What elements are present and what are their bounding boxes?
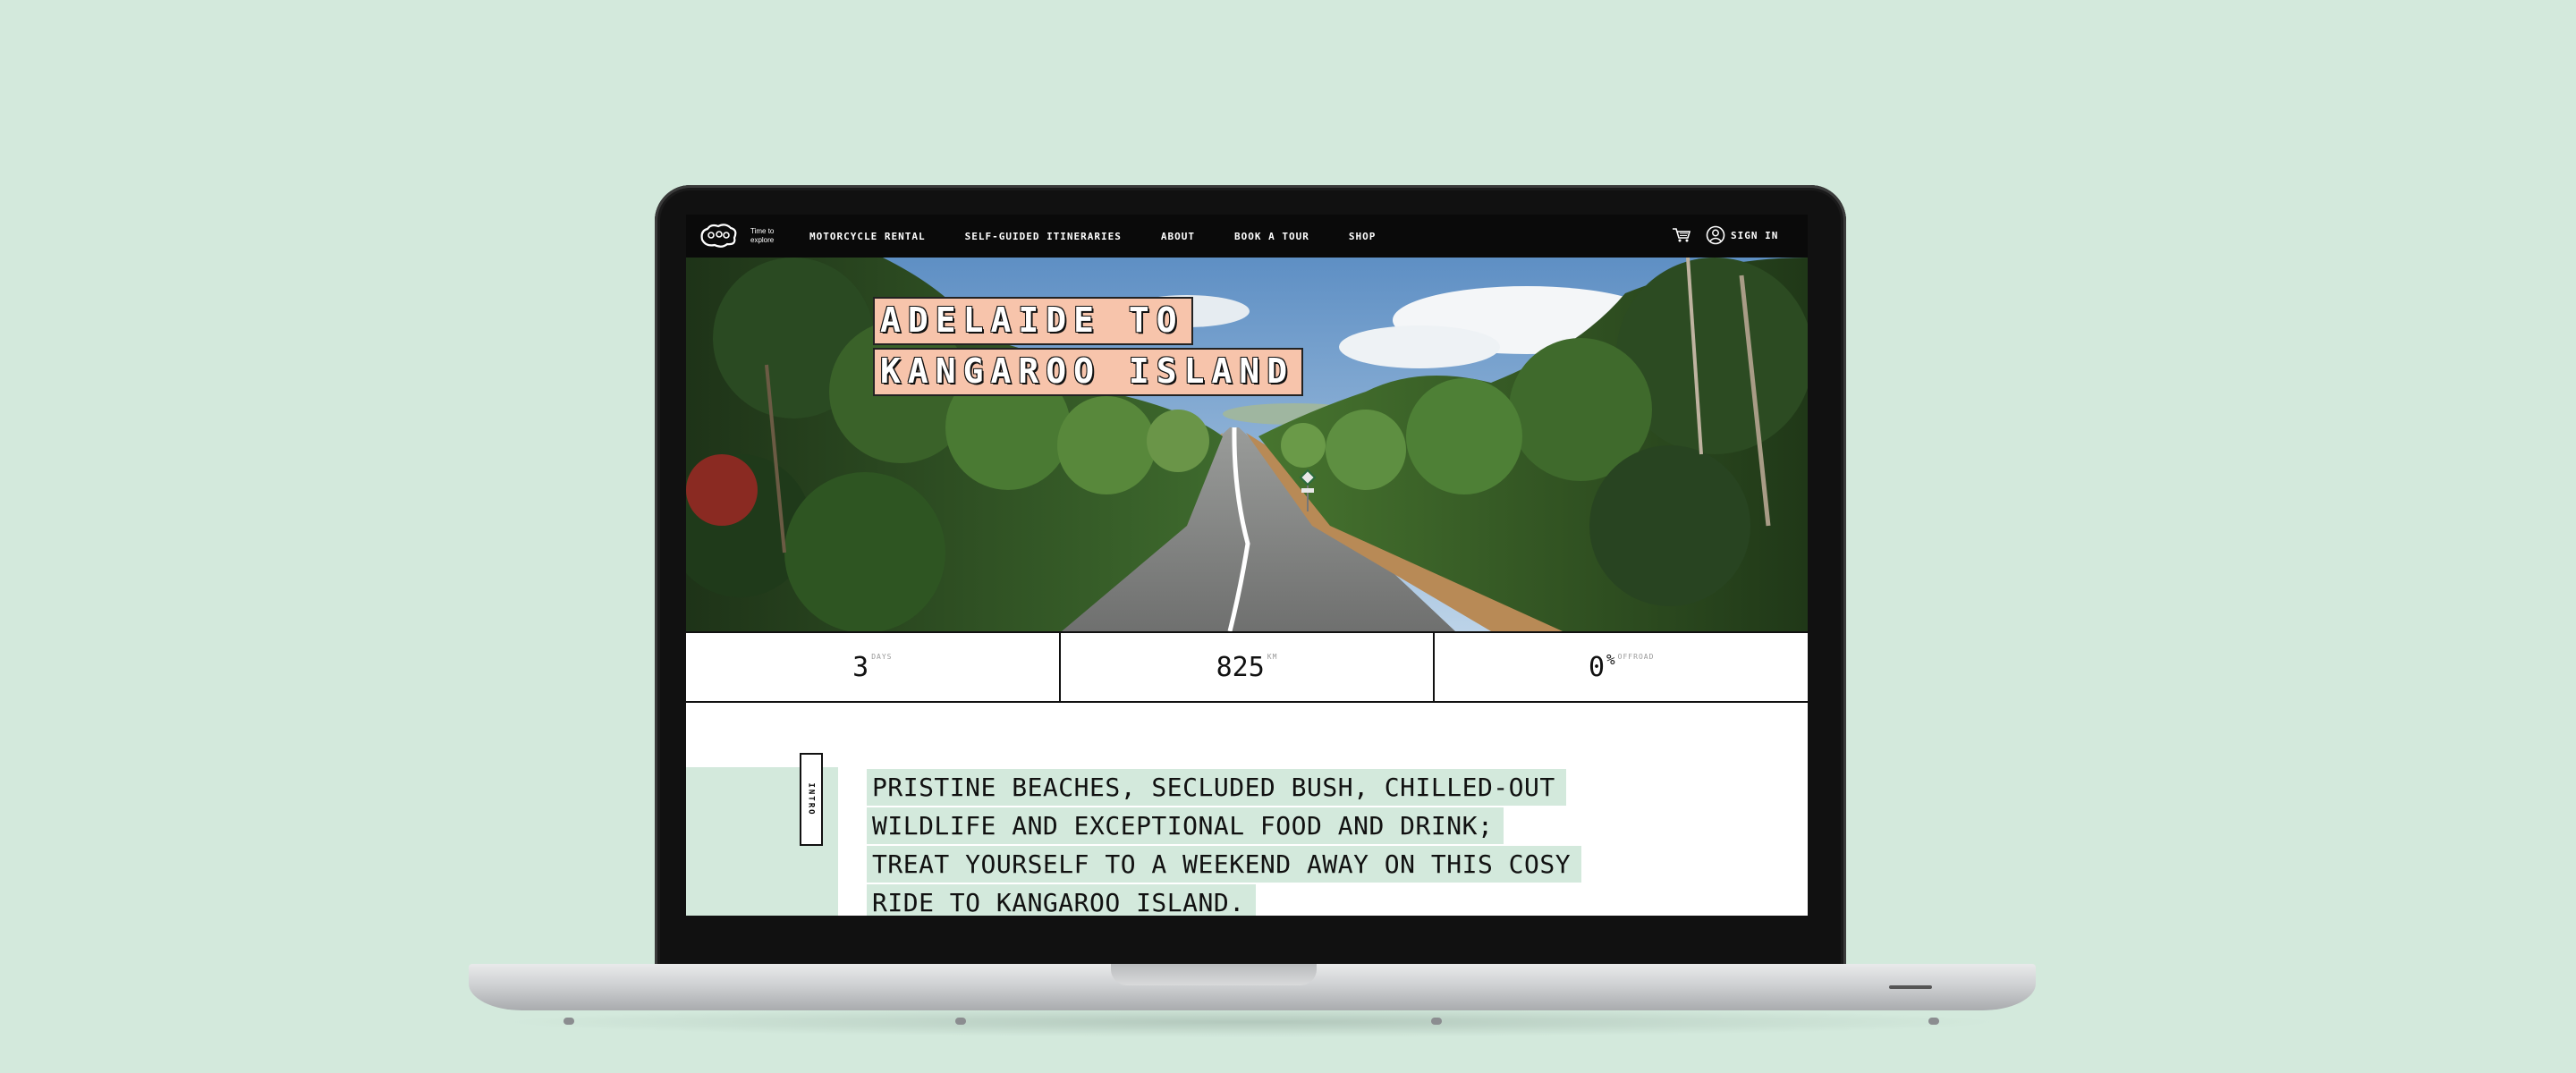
site-header: Time to explore MOTORCYCLE RENTAL SELF-G… xyxy=(686,215,1808,258)
stat-distance-unit: KM xyxy=(1267,653,1278,661)
laptop-indicator xyxy=(1889,985,1932,989)
cart-icon xyxy=(1673,228,1691,242)
stat-distance: 825 KM xyxy=(1061,633,1436,701)
stat-days: 3 DAYS xyxy=(686,633,1061,701)
nav-link-about[interactable]: ABOUT xyxy=(1161,231,1195,242)
intro-line: RIDE TO KANGAROO ISLAND. xyxy=(867,884,1256,916)
stat-distance-value: 825 xyxy=(1216,651,1265,683)
user-icon xyxy=(1706,225,1725,245)
intro-line: TREAT YOURSELF TO A WEEKEND AWAY ON THIS… xyxy=(867,846,1582,883)
stat-offroad-percent: % xyxy=(1606,651,1615,668)
nav-link-shop[interactable]: SHOP xyxy=(1349,231,1377,242)
laptop-foot xyxy=(1928,1018,1939,1025)
main-nav: MOTORCYCLE RENTAL SELF-GUIDED ITINERARIE… xyxy=(809,215,1376,258)
laptop-foot xyxy=(564,1018,574,1025)
intro-text: PRISTINE BEACHES, SECLUDED BUSH, CHILLED… xyxy=(867,769,1582,916)
stat-days-unit: DAYS xyxy=(871,653,893,661)
laptop-opening-notch xyxy=(1111,964,1317,985)
sign-in-label: SIGN IN xyxy=(1731,229,1779,241)
intro-line: WILDLIFE AND EXCEPTIONAL FOOD AND DRINK; xyxy=(867,807,1504,844)
nav-link-self-guided-itineraries[interactable]: SELF-GUIDED ITINERARIES xyxy=(965,231,1122,242)
intro-tag: INTRO xyxy=(800,753,823,846)
laptop-shadow xyxy=(501,1007,2004,1037)
stat-offroad-unit: OFFROAD xyxy=(1617,653,1655,661)
laptop-foot xyxy=(1431,1018,1442,1025)
stat-offroad: 0 % OFFROAD xyxy=(1435,633,1808,701)
stat-days-value: 3 xyxy=(852,651,869,683)
laptop-foot xyxy=(955,1018,966,1025)
stat-offroad-value: 0 xyxy=(1588,651,1606,683)
nav-link-motorcycle-rental[interactable]: MOTORCYCLE RENTAL xyxy=(809,231,926,242)
trip-stats: 3 DAYS 825 KM 0 % OFFROAD xyxy=(686,631,1808,703)
cart-button[interactable] xyxy=(1672,227,1691,246)
logo-icon xyxy=(700,224,737,248)
hero-image: ADELAIDE TO KANGAROO ISLAND xyxy=(686,258,1808,631)
laptop-screen: Time to explore MOTORCYCLE RENTAL SELF-G… xyxy=(686,215,1808,916)
intro-line: PRISTINE BEACHES, SECLUDED BUSH, CHILLED… xyxy=(867,769,1566,806)
brand-logo[interactable] xyxy=(699,222,738,251)
road-photo xyxy=(686,258,1808,631)
intro-tag-label: INTRO xyxy=(807,782,816,816)
brand-tagline: Time to explore xyxy=(750,227,775,244)
nav-link-book-a-tour[interactable]: BOOK A TOUR xyxy=(1234,231,1309,242)
hero-title-line-1: ADELAIDE TO xyxy=(873,297,1193,345)
sign-in-button[interactable]: SIGN IN xyxy=(1706,225,1778,245)
hero-title-line-2: KANGAROO ISLAND xyxy=(873,348,1304,396)
